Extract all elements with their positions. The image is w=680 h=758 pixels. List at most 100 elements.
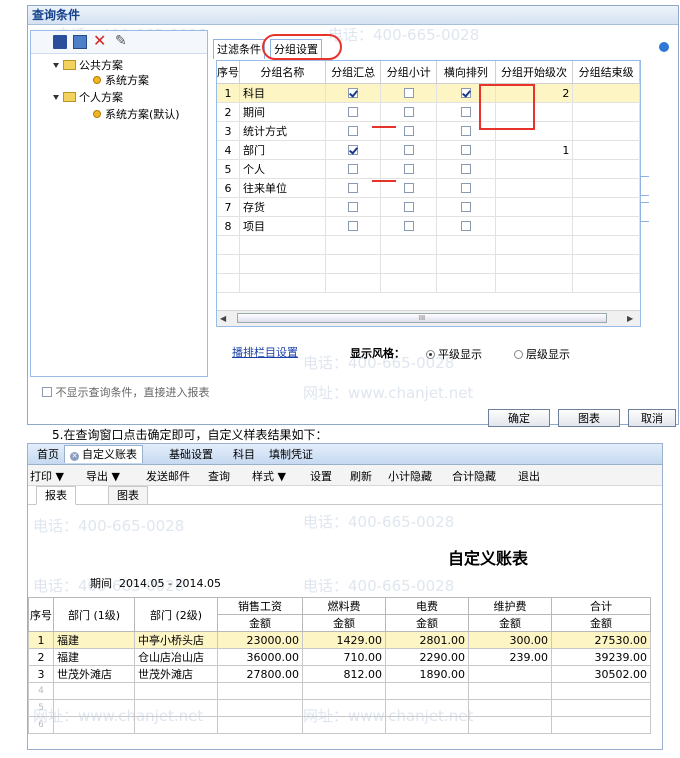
scroll-thumb[interactable]: III [237, 313, 607, 323]
query-dialog: 查询条件 电话：400-665-0028 电话：400-665-0028 电话：… [27, 5, 679, 427]
checkbox-sub[interactable] [403, 87, 414, 98]
checkbox-sum[interactable] [348, 220, 359, 231]
report-cell-c3: 1890.00 [385, 665, 469, 683]
tree-node-public-system[interactable]: 系统方案 [93, 74, 149, 88]
scheme-dot-icon [93, 76, 101, 84]
radio-flat[interactable]: 平级显示 [426, 346, 482, 362]
grid-row[interactable]: 7 存货 [217, 197, 640, 217]
chart-button[interactable]: 图表 [558, 409, 620, 427]
menu-query[interactable]: 查询 [208, 468, 230, 484]
save-as-icon[interactable] [73, 35, 87, 49]
checkbox-sum[interactable] [348, 106, 359, 117]
checkbox-sum[interactable] [348, 144, 359, 155]
checkbox-horiz[interactable] [460, 87, 471, 98]
grid-cell-sum [325, 159, 382, 179]
radio-tier[interactable]: 层级显示 [514, 346, 570, 362]
tab-chart[interactable]: 图表 [108, 486, 148, 505]
col-header-sum: 分组汇总 [325, 61, 382, 84]
ok-button[interactable]: 确定 [488, 409, 550, 427]
checkbox-horiz[interactable] [460, 201, 471, 212]
tree-node-personal-default[interactable]: 系统方案(默认) [93, 108, 180, 122]
grid-cell-sub [380, 121, 438, 141]
menu-hide-total[interactable]: 合计隐藏 [452, 468, 496, 484]
delete-icon[interactable]: ✕ [93, 33, 107, 49]
report-row[interactable]: 2 福建 仓山店冶山店 36000.00 710.00 2290.00 239.00 3923… [28, 648, 651, 666]
expand-icon[interactable] [53, 63, 59, 68]
menu-print[interactable]: 打印 ▼ [30, 468, 64, 484]
scroll-right-icon[interactable]: ▶ [627, 314, 633, 323]
grid-cell-end-level [572, 121, 640, 141]
menu-send-email[interactable]: 发送邮件 [146, 468, 190, 484]
checkbox-horiz[interactable] [460, 106, 471, 117]
radio-icon[interactable] [514, 350, 523, 359]
grid-cell-no: 5 [217, 159, 240, 179]
menu-hide-subtotal[interactable]: 小计隐藏 [388, 468, 432, 484]
menu-export[interactable]: 导出 ▼ [86, 468, 120, 484]
menu-exit[interactable]: 退出 [518, 468, 540, 484]
grid-row[interactable]: 3 统计方式 [217, 121, 640, 141]
grid-row[interactable]: 4 部门 1 [217, 140, 640, 160]
expand-icon[interactable] [53, 95, 59, 100]
tab-accounts[interactable]: 科目 [228, 446, 260, 463]
grid-row[interactable]: 2 期间 [217, 102, 640, 122]
col-header-dept1: 部门 (1级) [53, 597, 135, 632]
tab-report[interactable]: 报表 [36, 486, 76, 505]
annotation-oval [262, 34, 342, 60]
tab-filter-conditions[interactable]: 过滤条件 [213, 39, 265, 59]
help-icon[interactable] [659, 42, 669, 52]
checkbox-sub[interactable] [403, 125, 414, 136]
checkbox-sum[interactable] [348, 125, 359, 136]
cancel-button[interactable]: 取消 [628, 409, 676, 427]
checkbox-horiz[interactable] [460, 163, 471, 174]
tab-home[interactable]: 首页 [32, 446, 64, 463]
checkbox-horiz[interactable] [460, 182, 471, 193]
grid-cell-name: 往来单位 [239, 178, 326, 198]
side-handle[interactable] [640, 202, 649, 222]
menu-style[interactable]: 样式 ▼ [252, 468, 286, 484]
scroll-left-icon[interactable]: ◀ [220, 314, 226, 323]
col-header-name: 分组名称 [239, 61, 326, 84]
grid-cell-name: 期间 [239, 102, 326, 122]
checkbox-sub[interactable] [403, 163, 414, 174]
no-query-checkbox-row[interactable]: 不显示查询条件，直接进入报表 [42, 384, 210, 400]
grid-empty-cell [436, 254, 496, 274]
tree-node-personal[interactable]: 个人方案 [53, 91, 123, 105]
checkbox-horiz[interactable] [460, 125, 471, 136]
report-row[interactable]: 3 世茂外滩店 世茂外滩店 27800.00 812.00 1890.00 30502.00 [28, 665, 651, 683]
horizontal-scrollbar[interactable]: ◀ III ▶ [217, 310, 640, 326]
grid-row[interactable]: 8 项目 [217, 216, 640, 236]
side-handle[interactable] [640, 176, 649, 196]
edit-icon[interactable]: ✎ [115, 34, 129, 48]
grid-row[interactable]: 1 科目 2 [217, 83, 640, 103]
checkbox-sum[interactable] [348, 182, 359, 193]
checkbox-sum[interactable] [348, 201, 359, 212]
grid-row[interactable]: 5 个人 [217, 159, 640, 179]
tab-basic-settings[interactable]: 基础设置 [164, 446, 218, 463]
checkbox-sum[interactable] [348, 163, 359, 174]
report-row[interactable]: 1 福建 中亭小桥头店 23000.00 1429.00 2801.00 300.00 275… [28, 631, 651, 649]
folder-icon [63, 60, 76, 70]
scheme-dot-icon [93, 110, 101, 118]
save-icon[interactable] [53, 35, 67, 49]
tree-node-public[interactable]: 公共方案 [53, 59, 123, 73]
checkbox-sub[interactable] [403, 220, 414, 231]
checkbox-sum[interactable] [348, 87, 359, 98]
checkbox-sub[interactable] [403, 106, 414, 117]
tab-custom-ledger[interactable]: ✕ 自定义账表 [64, 445, 143, 463]
tab-voucher[interactable]: 填制凭证 [264, 446, 318, 463]
report-window: 首页 ✕ 自定义账表 基础设置 科目 填制凭证 打印 ▼ 导出 ▼ 发送邮件 查询… [27, 443, 663, 750]
checkbox-horiz[interactable] [460, 144, 471, 155]
no-query-checkbox[interactable] [42, 387, 52, 397]
report-cell-c1: 23000.00 [217, 631, 303, 649]
header-settings-link[interactable]: 播排栏目设置 [232, 344, 298, 360]
menu-refresh[interactable]: 刷新 [350, 468, 372, 484]
close-icon[interactable]: ✕ [70, 452, 79, 461]
radio-icon[interactable] [426, 350, 435, 359]
menu-settings[interactable]: 设置 [310, 468, 332, 484]
checkbox-horiz[interactable] [460, 220, 471, 231]
grid-row[interactable]: 6 往来单位 [217, 178, 640, 198]
checkbox-sub[interactable] [403, 201, 414, 212]
checkbox-sub[interactable] [403, 182, 414, 193]
checkbox-sub[interactable] [403, 144, 414, 155]
grid-cell-no: 7 [217, 197, 240, 217]
